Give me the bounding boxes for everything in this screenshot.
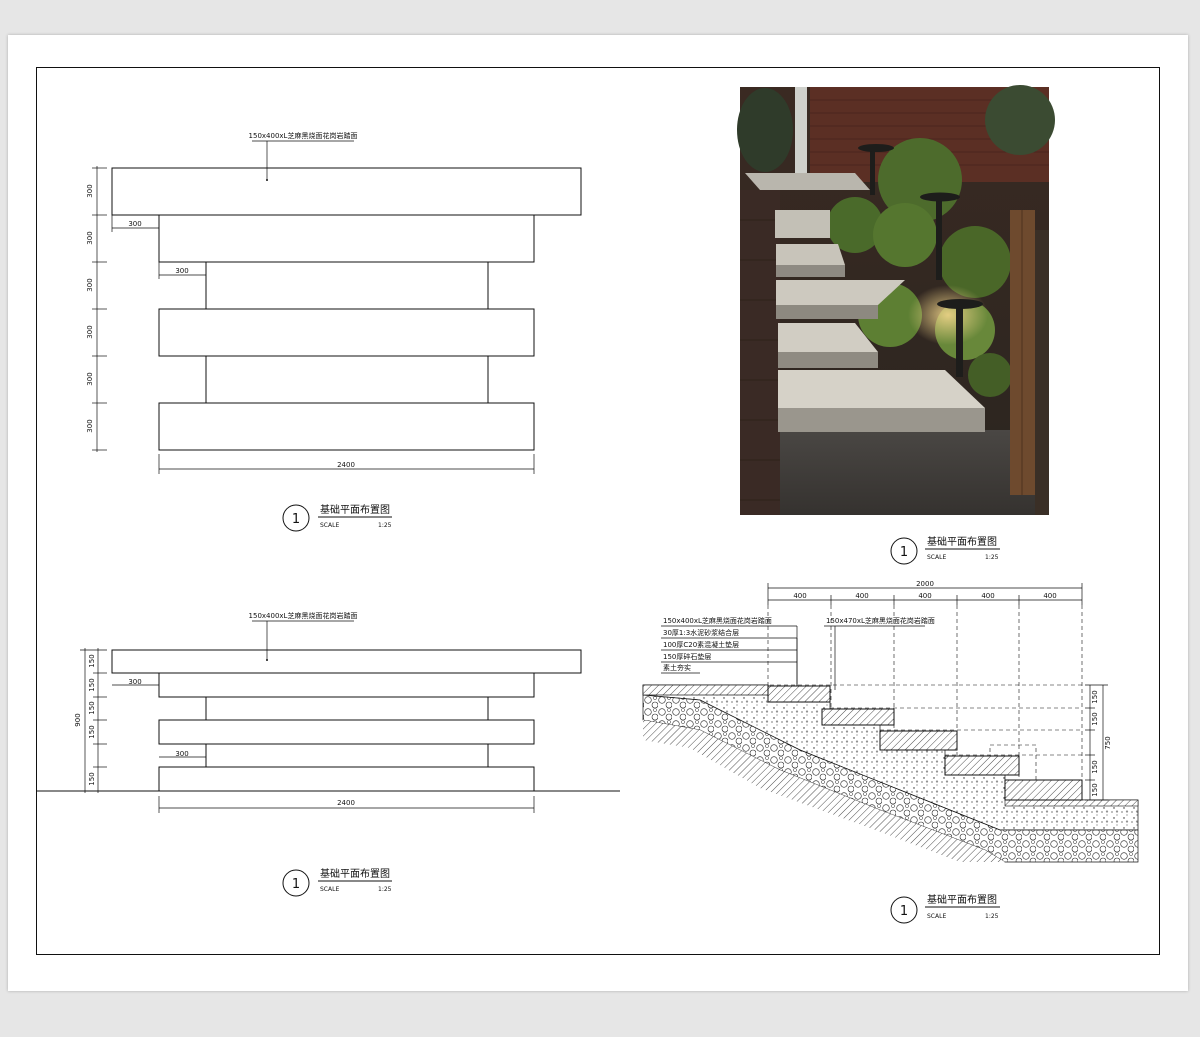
dim-e-width: 2400 — [337, 799, 355, 807]
scale-label-3: SCALE — [927, 554, 946, 561]
dim-e-offset-2: 300 — [175, 750, 188, 758]
dim-width-text: 2400 — [337, 461, 355, 469]
layer-1: 150x400xL芝麻黑烧面花岗岩踏面 — [663, 616, 772, 625]
sec-r-dim-1: 150 — [1091, 690, 1099, 703]
scale-label: SCALE — [320, 522, 339, 529]
leader-dot — [266, 179, 268, 181]
plan-top-material-label: 150x400xL芝麻黑烧面花岗岩踏面 — [249, 131, 358, 140]
scale-value: 1:25 — [378, 522, 392, 529]
plan-bottom: 150x400xL芝麻黑烧面花岗岩踏面 900 150 150 150 150 … — [37, 611, 620, 897]
dim-v-4: 300 — [86, 325, 94, 338]
tread-2 — [158, 214, 535, 263]
layer-2: 30厚1:3水泥砂浆结合层 — [663, 628, 739, 637]
drawing-sheet: 150x400xL芝麻黑烧面花岗岩踏面 300 300 300 300 300 … — [8, 35, 1188, 991]
title-number: 1 — [292, 512, 300, 527]
sec-dim-4: 400 — [981, 592, 994, 600]
photo-title: 1 基础平面布置图 SCALE 1:25 — [890, 535, 1000, 565]
reference-photo — [737, 85, 1055, 515]
plan-bottom-material-label: 150x400xL芝麻黑烧面花岗岩踏面 — [249, 611, 358, 620]
plan-top: 150x400xL芝麻黑烧面花岗岩踏面 300 300 300 300 300 … — [86, 131, 582, 532]
tread-e3 — [158, 719, 535, 745]
title-number-3: 1 — [900, 545, 908, 560]
title-number-4: 1 — [900, 904, 908, 919]
sec-dim-5: 400 — [1043, 592, 1056, 600]
layer-3: 100厚C20素混凝土垫层 — [663, 640, 739, 649]
sec-r-dim-2: 150 — [1091, 712, 1099, 725]
dim-v-6: 300 — [86, 419, 94, 432]
drawing-canvas: 150x400xL芝麻黑烧面花岗岩踏面 300 300 300 300 300 … — [36, 67, 1160, 955]
sec-dim-1: 400 — [793, 592, 806, 600]
tread-e1 — [111, 649, 582, 674]
label-right: 150x470xL芝麻黑烧面花岗岩踏面 — [826, 616, 935, 625]
scale-value-2: 1:25 — [378, 886, 392, 893]
scale-value-3: 1:25 — [985, 554, 999, 561]
title-text: 基础平面布置图 — [320, 503, 390, 516]
scale-label-4: SCALE — [927, 913, 946, 920]
section-detail: 2000 400 400 400 400 400 150x400xL芝麻黑烧面花… — [642, 580, 1139, 924]
sec-dim-3: 400 — [918, 592, 931, 600]
tread-e2 — [158, 672, 535, 698]
title-text-4: 基础平面布置图 — [927, 893, 997, 906]
title-text-3: 基础平面布置图 — [927, 535, 997, 548]
tread-e4 — [158, 766, 535, 792]
dim-e-4: 150 — [88, 725, 96, 738]
tread-1 — [111, 167, 582, 216]
dim-v-5: 300 — [86, 372, 94, 385]
layer-callouts: 150x400xL芝麻黑烧面花岗岩踏面 30厚1:3水泥砂浆结合层 100厚C2… — [661, 616, 798, 690]
tread-4 — [158, 402, 535, 451]
dim-e-2: 150 — [88, 678, 96, 691]
dim-offset-1-text: 300 — [128, 220, 141, 228]
dim-e-1: 150 — [88, 654, 96, 667]
section-total-dim: 2000 — [916, 580, 934, 588]
layer-5: 素土夯实 — [663, 663, 691, 672]
title-text-2: 基础平面布置图 — [320, 867, 390, 880]
tread-3 — [158, 308, 535, 357]
dim-v-3: 300 — [86, 278, 94, 291]
sec-dim-2: 400 — [855, 592, 868, 600]
sec-r-total: 750 — [1104, 736, 1112, 749]
scale-value-4: 1:25 — [985, 913, 999, 920]
title-number-2: 1 — [292, 877, 300, 892]
dim-e-5: 150 — [88, 772, 96, 785]
dim-e-offset-1: 300 — [128, 678, 141, 686]
dim-total: 900 — [74, 713, 82, 726]
dim-offset-2-text: 300 — [175, 267, 188, 275]
dim-v-2: 300 — [86, 231, 94, 244]
layer-4: 150厚碎石垫层 — [663, 652, 711, 661]
scale-label-2: SCALE — [320, 886, 339, 893]
sec-r-dim-3: 150 — [1091, 760, 1099, 773]
sec-r-dim-4: 150 — [1091, 783, 1099, 796]
dim-v-1: 300 — [86, 184, 94, 197]
dim-e-3: 150 — [88, 701, 96, 714]
